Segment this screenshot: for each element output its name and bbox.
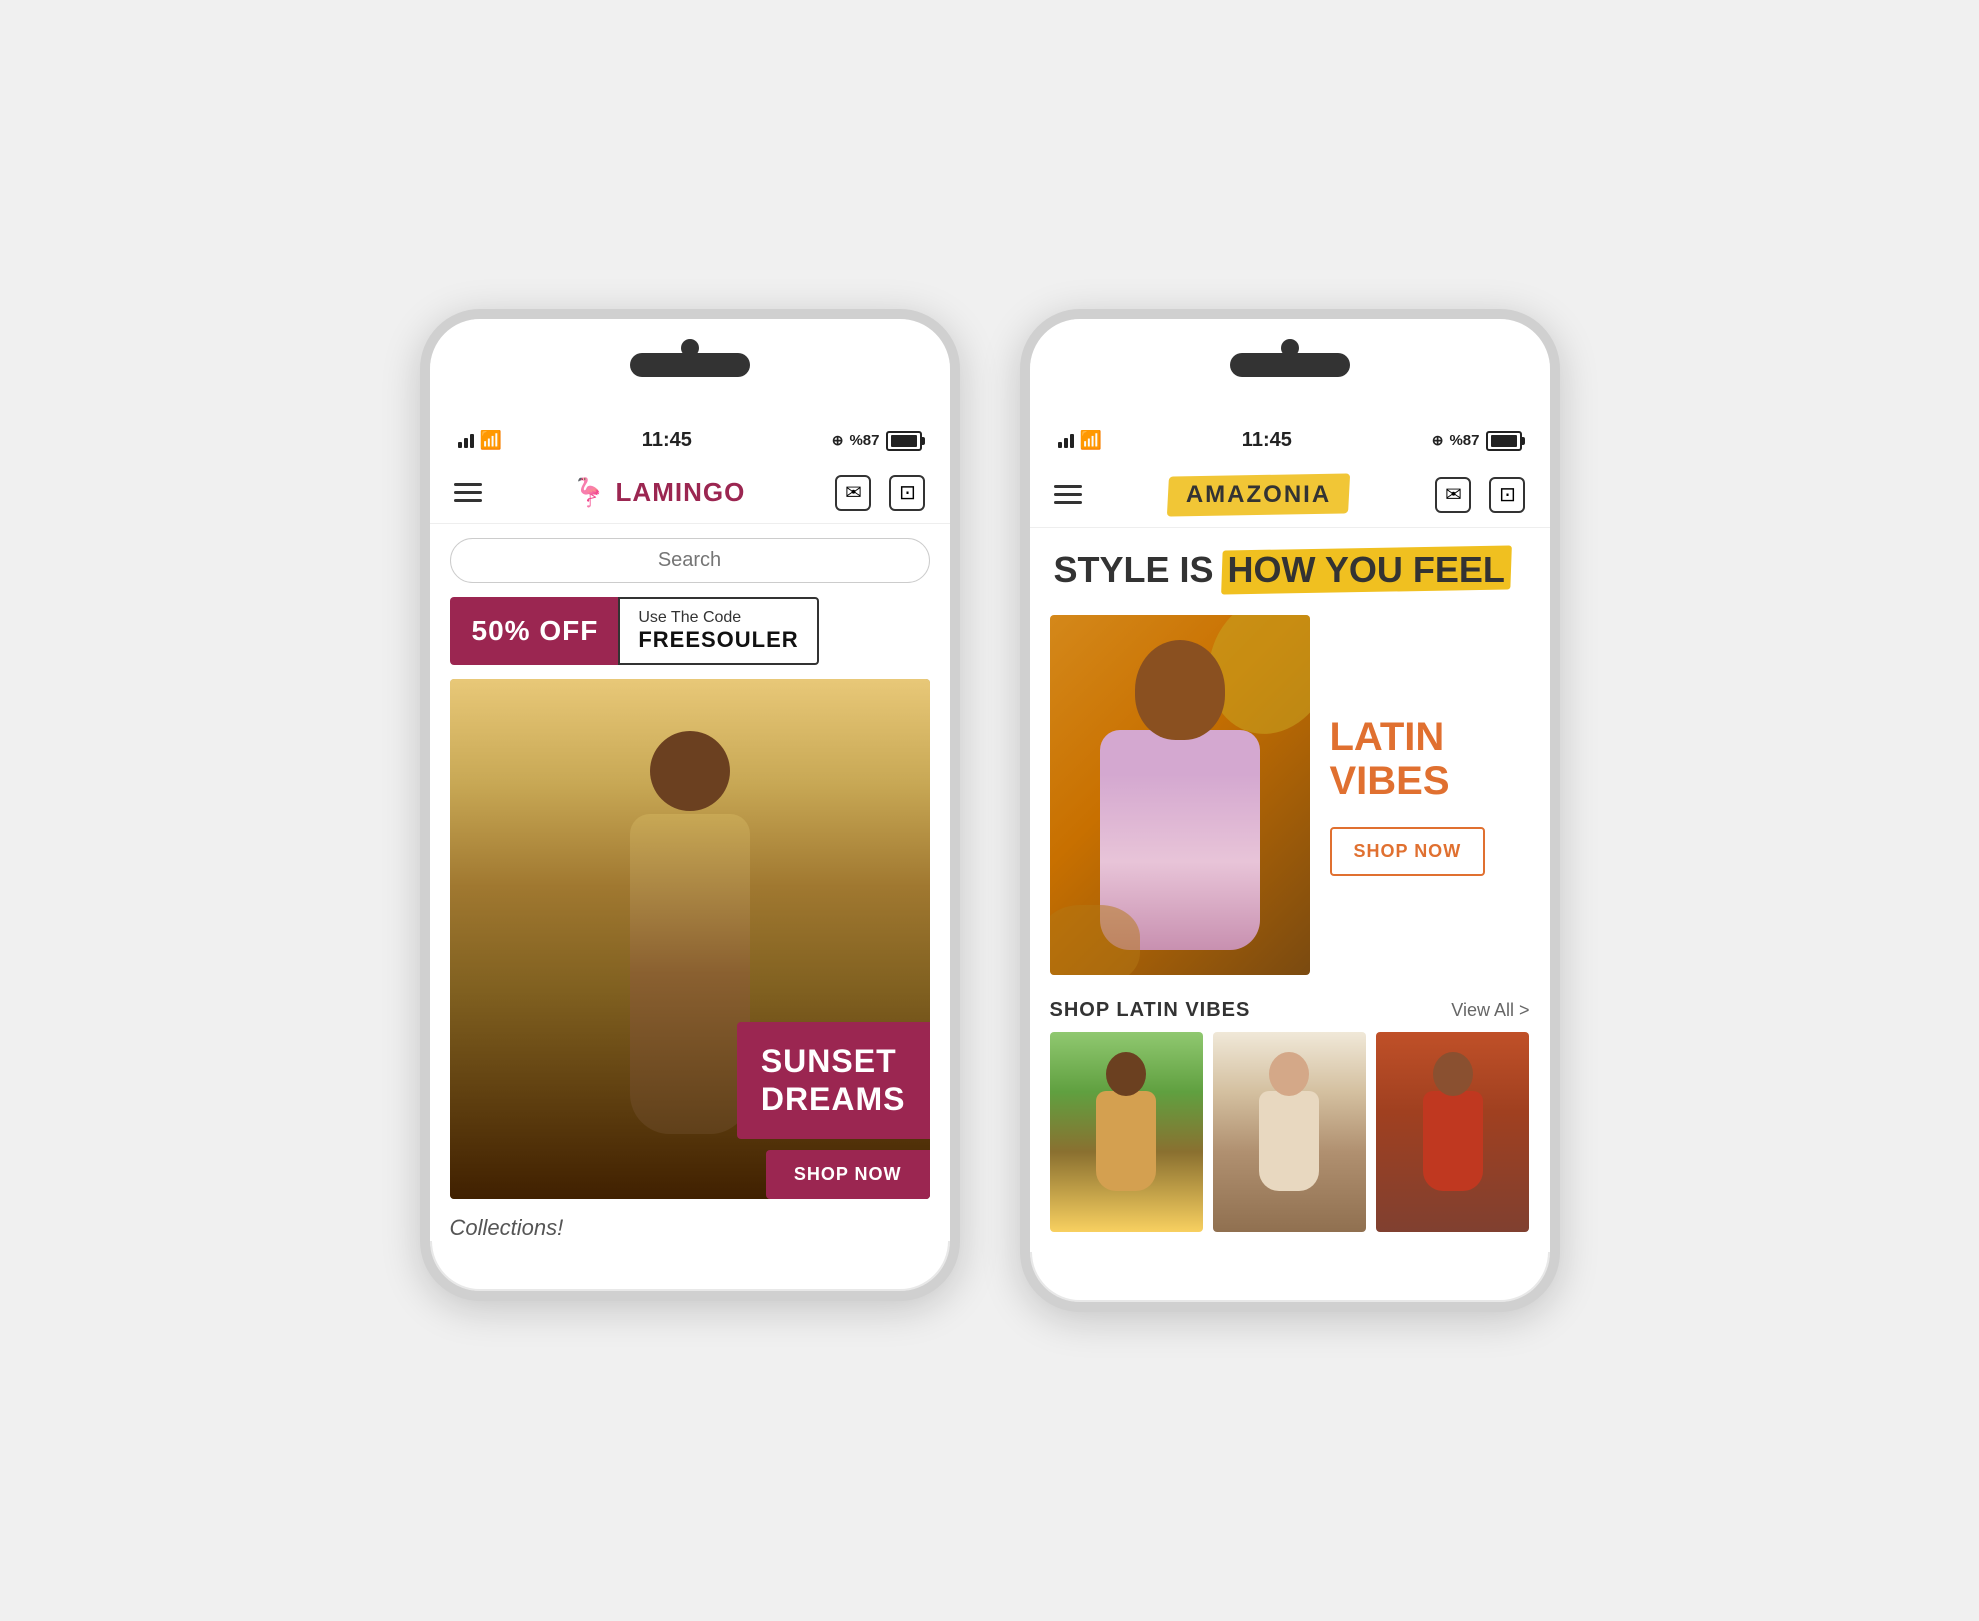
latin-vibes-text: LATIN VIBES SHOP NOW [1330,715,1530,876]
battery-icon-2 [1486,431,1522,451]
silent-button[interactable] [420,459,421,519]
cart-icon: ⊡ [899,480,916,505]
hero-text-highlight-words: HOW YOU FEEL [1228,549,1505,590]
header-icons: ✉ ⊡ [835,475,925,511]
hero-title: SUNSET DREAMS [761,1042,906,1119]
camera-2 [1281,339,1299,357]
promo-banner: 50% OFF Use The Code FREESOULER [450,597,930,665]
latin-vibes-image [1050,615,1310,975]
cart-icon-2: ⊡ [1499,482,1516,507]
lamingo-brand-name: LAMINGO [616,477,746,508]
signal-icon [458,434,474,448]
product-thumb-3[interactable] [1376,1032,1529,1232]
location-icon-2: ⊕ [1432,432,1444,449]
volume-up-button[interactable] [420,539,421,599]
header-icons-2: ✉ ⊡ [1435,477,1525,513]
promo-discount: 50% OFF [450,597,621,665]
amazonia-header: AMAZONIA ✉ ⊡ [1030,463,1550,528]
hamburger-menu[interactable] [454,483,482,502]
flamingo-icon: 🦩 [572,476,608,509]
product-thumb-2[interactable] [1213,1032,1366,1232]
hero-overlay: SUNSET DREAMS [737,1022,930,1139]
amazonia-app: 📶 11:45 ⊕ %87 [1030,419,1550,1253]
hamburger-menu-2[interactable] [1054,485,1082,504]
status-bar-2: 📶 11:45 ⊕ %87 [1030,419,1550,463]
collections-label: Collections! [430,1199,950,1241]
cart-button[interactable]: ⊡ [889,475,925,511]
latin-vibes-section: LATIN VIBES SHOP NOW [1030,601,1550,989]
status-left-2: 📶 [1058,430,1102,451]
latin-vibes-title: LATIN VIBES [1330,715,1530,803]
hero-text-plain: STYLE IS [1054,550,1214,590]
lamingo-phone: 📶 11:45 ⊕ %87 🦩 [420,309,960,1301]
power-button[interactable] [959,479,960,539]
promo-code-block: Use The Code FREESOULER [618,597,818,665]
phone-top [430,319,950,419]
status-time-2: 11:45 [1242,429,1292,452]
view-all-link[interactable]: View All > [1451,1000,1529,1021]
phones-container: 📶 11:45 ⊕ %87 🦩 [420,309,1560,1313]
amazonia-logo: AMAZONIA [1168,475,1349,515]
amazonia-brand-name: AMAZONIA [1186,481,1331,508]
latin-person-figure [1050,615,1310,975]
power-button-2[interactable] [1559,479,1560,539]
location-icon: ⊕ [832,432,844,449]
signal-icon-2 [1058,434,1074,448]
hero-shop-now-button[interactable]: SHOP NOW [766,1150,930,1199]
lamingo-app: 📶 11:45 ⊕ %87 🦩 [430,419,950,1241]
battery-percentage-2: %87 [1449,432,1479,449]
shop-section-header: SHOP LATIN VIBES View All > [1030,989,1550,1032]
status-time: 11:45 [642,429,692,452]
amazonia-hero-text: STYLE IS HOW YOU FEEL [1030,528,1550,602]
person-body [1100,730,1260,950]
volume-up-button-2[interactable] [1020,539,1021,599]
status-right: ⊕ %87 [832,431,922,451]
hero-text-highlight: HOW YOU FEEL [1222,548,1511,592]
status-right-2: ⊕ %87 [1432,431,1522,451]
status-bar: 📶 11:45 ⊕ %87 [430,419,950,463]
wifi-icon: 📶 [480,430,502,451]
message-button-2[interactable]: ✉ [1435,477,1471,513]
battery-percentage: %87 [849,432,879,449]
product-thumbnails [1030,1032,1550,1252]
search-bar-wrap [430,524,950,597]
thumb-person-2 [1213,1032,1366,1232]
shop-section-title: SHOP LATIN VIBES [1050,999,1251,1022]
camera [681,339,699,357]
wifi-icon-2: 📶 [1080,430,1102,451]
hero-section: SUNSET DREAMS SHOP NOW [450,679,930,1199]
amazonia-phone: 📶 11:45 ⊕ %87 [1020,309,1560,1313]
cart-button-2[interactable]: ⊡ [1489,477,1525,513]
message-button[interactable]: ✉ [835,475,871,511]
volume-down-button-2[interactable] [1020,609,1021,669]
person-head [1135,640,1225,740]
product-thumb-1[interactable] [1050,1032,1203,1232]
battery-icon [886,431,922,451]
thumb-person-3 [1376,1032,1529,1232]
lamingo-logo: 🦩 LAMINGO [572,476,746,509]
latin-shop-now-button[interactable]: SHOP NOW [1330,827,1486,876]
message-icon: ✉ [845,480,862,505]
promo-code-value: FREESOULER [638,627,798,653]
volume-down-button[interactable] [420,609,421,669]
promo-code-label: Use The Code [638,609,798,627]
search-input[interactable] [450,538,930,583]
status-left: 📶 [458,430,502,451]
latin-image-bg [1050,615,1310,975]
lamingo-header: 🦩 LAMINGO ✉ ⊡ [430,463,950,524]
phone-top-2 [1030,319,1550,419]
thumb-person-1 [1050,1032,1203,1232]
style-is-text: STYLE IS HOW YOU FEEL [1054,548,1526,592]
silent-button-2[interactable] [1020,459,1021,519]
message-icon-2: ✉ [1445,482,1462,507]
